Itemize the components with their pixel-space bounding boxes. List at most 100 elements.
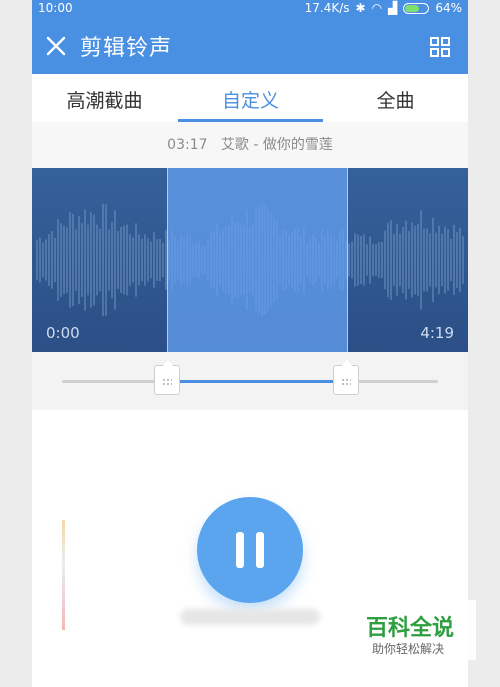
status-bar: 10:00 17.4K/s ✱ ◠ ▟ 64% <box>32 0 468 18</box>
pause-button[interactable] <box>197 497 303 603</box>
waveform-bar <box>135 223 137 297</box>
phone-screen: 10:00 17.4K/s ✱ ◠ ▟ 64% 剪辑铃声 高潮截曲 自定义 全曲… <box>32 0 468 687</box>
waveform-bar <box>42 242 44 278</box>
waveform-bar <box>414 225 416 295</box>
waveform-bar <box>360 236 362 284</box>
start-handle[interactable] <box>154 359 181 395</box>
waveform-bar <box>96 224 98 296</box>
waveform-bar <box>156 238 158 282</box>
selection-region[interactable] <box>167 168 348 352</box>
waveform-bar <box>159 238 161 282</box>
waveform-bar <box>81 223 83 297</box>
waveform-bar <box>36 240 38 280</box>
waveform-bar <box>87 224 89 296</box>
bluetooth-icon: ✱ <box>355 1 366 15</box>
waveform-bar <box>105 204 107 316</box>
waveform-bar <box>411 222 413 298</box>
waveform-bar <box>45 239 47 281</box>
waveform-bar <box>54 237 56 283</box>
status-right-group: 17.4K/s ✱ ◠ ▟ 64% <box>305 1 462 15</box>
waveform-bar <box>456 232 458 288</box>
waveform-bar <box>57 219 59 301</box>
waveform-bar <box>102 203 104 317</box>
waveform-bar <box>432 217 434 303</box>
waveform-bar <box>129 234 131 286</box>
waveform-bar <box>438 225 440 295</box>
waveform-bar <box>378 242 380 278</box>
waveform-bar <box>366 244 368 276</box>
watermark: 百科全说 助你轻松解决 <box>336 600 476 660</box>
pause-icon <box>236 532 244 568</box>
waveform-bar <box>453 224 455 296</box>
waveform-bar <box>138 234 140 286</box>
waveform-bar <box>351 241 353 279</box>
waveform-bar <box>375 244 377 276</box>
waveform-bar <box>84 209 86 311</box>
waveform-bar <box>435 232 437 288</box>
waveform-end-time: 4:19 <box>420 324 454 342</box>
app-bar: 剪辑铃声 <box>32 18 468 74</box>
waveform-bar <box>408 231 410 289</box>
waveform-bar <box>150 241 152 279</box>
waveform-bar <box>420 210 422 310</box>
waveform-bar <box>114 210 116 310</box>
waveform-bar <box>117 231 119 289</box>
waveform-bar <box>51 231 53 289</box>
waveform-bar <box>111 221 113 299</box>
waveform-bar <box>132 237 134 283</box>
waveform-bar <box>141 238 143 282</box>
watermark-sub: 助你轻松解决 <box>372 642 445 656</box>
waveform-bar <box>162 243 164 277</box>
waveform-bar <box>354 233 356 287</box>
waveform-bar <box>63 225 65 295</box>
waveform-bar <box>387 222 389 298</box>
network-speed: 17.4K/s <box>304 1 350 15</box>
waveform-bar <box>66 227 68 293</box>
waveform-bar <box>426 228 428 292</box>
tab-bar: 高潮截曲 自定义 全曲 <box>32 74 468 123</box>
waveform-bar <box>402 227 404 293</box>
waveform-bar <box>363 234 365 286</box>
waveform-bar <box>396 224 398 296</box>
waveform-bar <box>381 241 383 279</box>
song-duration: 03:17 <box>167 137 208 153</box>
waveform-bar <box>429 233 431 287</box>
waveform-bar <box>120 226 122 294</box>
edge-decoration <box>62 520 65 630</box>
waveform-bar <box>93 214 95 306</box>
waveform-bar <box>147 238 149 282</box>
waveform-start-time: 0:00 <box>46 324 80 342</box>
blurred-caption <box>180 609 320 625</box>
end-handle[interactable] <box>332 359 359 395</box>
waveform-bar <box>348 243 350 277</box>
waveform-bar <box>69 212 71 308</box>
tab-custom[interactable]: 自定义 <box>178 86 323 113</box>
waveform-bar <box>384 230 386 290</box>
waveform-bar <box>450 238 452 282</box>
tab-climax[interactable]: 高潮截曲 <box>32 86 177 113</box>
waveform-bar <box>447 229 449 291</box>
waveform-bar <box>60 223 62 297</box>
tab-full-song[interactable]: 全曲 <box>323 86 468 113</box>
waveform-bar <box>405 220 407 300</box>
waveform-bar <box>75 229 77 291</box>
waveform-editor[interactable]: 0:00 4:19 <box>32 168 468 352</box>
signal-icon: ▟ <box>388 1 398 15</box>
page-title: 剪辑铃声 <box>80 36 173 61</box>
waveform-bar <box>78 216 80 304</box>
waveform-bar <box>126 224 128 296</box>
waveform-bar <box>123 225 125 295</box>
waveform-bar <box>393 233 395 287</box>
waveform-bar <box>423 228 425 292</box>
waveform-bar <box>399 233 401 287</box>
waveform-bar <box>72 214 74 306</box>
waveform-bar <box>39 237 41 283</box>
grid-icon[interactable] <box>430 37 450 57</box>
close-icon[interactable] <box>44 34 68 58</box>
status-time: 10:00 <box>38 1 73 15</box>
watermark-main: 百科全说 <box>366 616 455 641</box>
waveform-bar <box>99 228 101 292</box>
battery-icon <box>403 2 430 14</box>
waveform-bar <box>108 229 110 291</box>
battery-percent: 64% <box>435 1 462 15</box>
